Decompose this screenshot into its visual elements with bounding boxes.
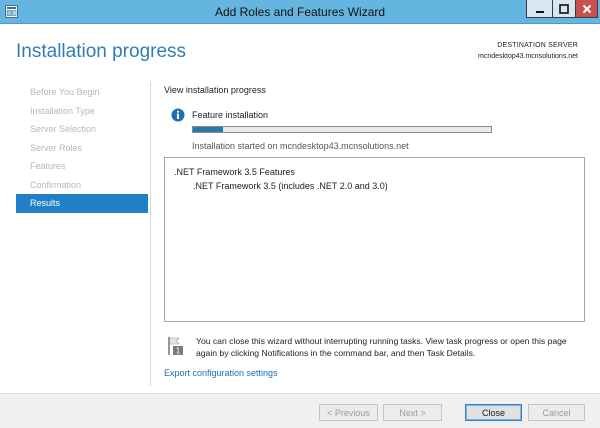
installation-status-text: Installation started on mcndesktop43.mcn… (192, 141, 409, 151)
nav-item-features: Features (30, 161, 66, 171)
nav-item-server-roles: Server Roles (30, 142, 83, 153)
maximize-button[interactable] (553, 0, 576, 18)
section-title: View installation progress (164, 85, 266, 95)
nav-item-before-you-begin: Before You Begin (30, 87, 100, 97)
close-icon (582, 4, 591, 13)
previous-button[interactable]: < Previous (319, 404, 378, 421)
title-bar: Add Roles and Features Wizard (0, 0, 600, 24)
content-divider (150, 82, 151, 386)
destination-server-label: DESTINATION SERVER (497, 42, 578, 49)
nav-item-installation-type: Installation Type (30, 105, 95, 116)
installation-progress-bar (192, 126, 492, 133)
export-configuration-link[interactable]: Export configuration settings (164, 368, 278, 378)
notification-count: 1 (176, 347, 181, 356)
destination-server-value: mcndesktop43.mcnsolutions.net (478, 53, 578, 60)
nav-item-results[interactable]: Results (16, 194, 148, 213)
sub-feature-name: .NET Framework 3.5 (includes .NET 2.0 an… (193, 181, 388, 191)
wizard-steps-nav: Before You Begin Installation Type Serve… (16, 83, 148, 213)
feature-name: .NET Framework 3.5 Features (174, 167, 295, 177)
maximize-icon (559, 3, 569, 14)
wizard-footer: < Previous Next > Close Cancel (0, 393, 600, 428)
feature-installation-label: Feature installation (192, 110, 269, 120)
notification-flag-icon: 1 (168, 337, 183, 356)
next-button[interactable]: Next > (383, 404, 442, 421)
minimize-button[interactable] (526, 0, 553, 18)
results-box: .NET Framework 3.5 Features .NET Framewo… (164, 157, 585, 322)
window-title: Add Roles and Features Wizard (214, 5, 386, 19)
window-close-button[interactable] (576, 0, 598, 18)
page-title: Installation progress (16, 41, 187, 62)
minimize-icon (535, 10, 544, 13)
cancel-button[interactable]: Cancel (528, 404, 585, 421)
info-icon (171, 108, 185, 122)
nav-item-server-selection: Server Selection (30, 124, 97, 134)
progress-fill (193, 127, 223, 132)
nav-item-confirmation: Confirmation (30, 179, 82, 190)
close-button[interactable]: Close (465, 404, 522, 421)
close-wizard-note: You can close this wizard without interr… (196, 336, 567, 358)
